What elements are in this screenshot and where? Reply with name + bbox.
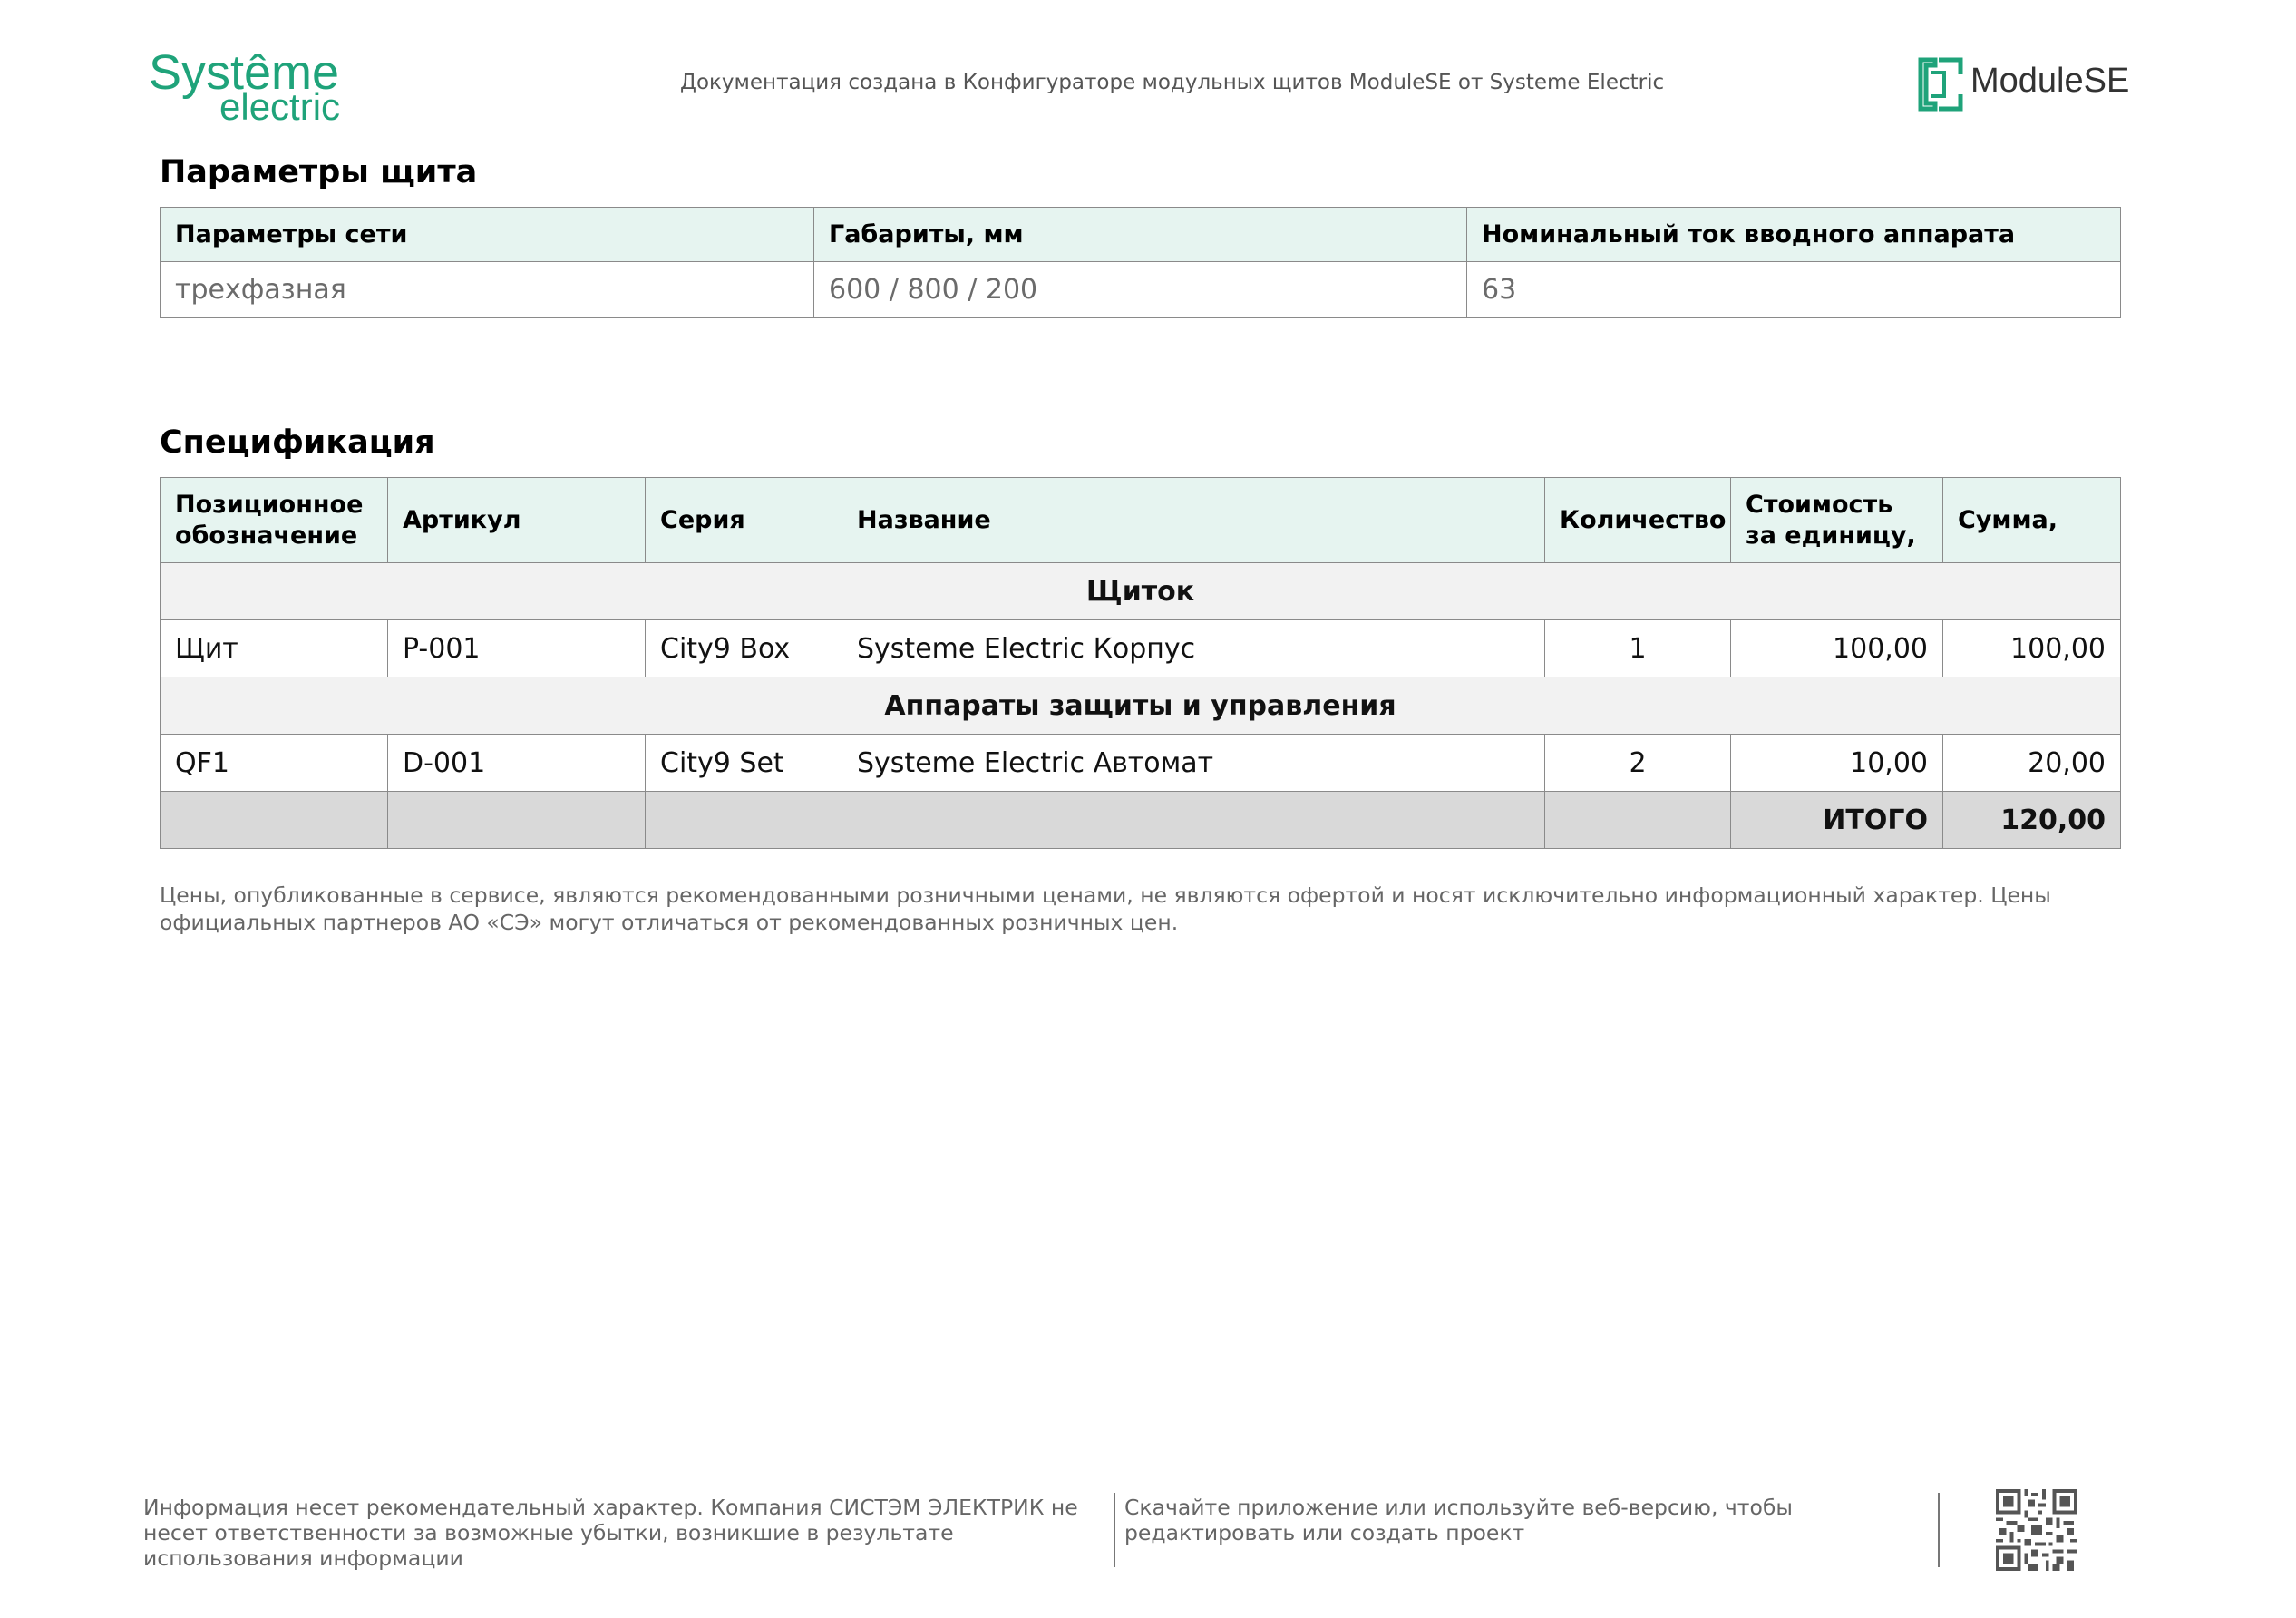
spec-group-row: Щиток (160, 562, 2121, 620)
footer-divider (1114, 1493, 1115, 1567)
price-disclaimer: Цены, опубликованные в сервисе, являются… (160, 882, 2051, 935)
cell-qty: 2 (1544, 734, 1731, 792)
params-title: Параметры щита (160, 154, 478, 190)
spec-header-unit-price: Стоимость за единицу, (1730, 477, 1943, 563)
spec-group-label: Аппараты защиты и управления (160, 677, 2121, 735)
cell-series: City9 Box (645, 619, 842, 677)
params-header-current: Номинальный ток вводного аппарата (1466, 207, 2121, 262)
params-header-network: Параметры сети (160, 207, 814, 262)
spec-header-row: Позиционное обозначение Артикул Серия На… (160, 477, 2121, 563)
header-note: Документация создана в Конфигураторе мод… (680, 71, 1665, 94)
table-row: QF1 D-001 City9 Set Systeme Electric Авт… (160, 734, 2121, 792)
cell-sum: 100,00 (1942, 619, 2121, 677)
cell-position: QF1 (160, 734, 388, 792)
footer-divider (1938, 1493, 1940, 1567)
params-value-current: 63 (1466, 261, 2121, 318)
params-value-network: трехфазная (160, 261, 814, 318)
cell-unit-price: 10,00 (1730, 734, 1943, 792)
params-value-dimensions: 600 / 800 / 200 (813, 261, 1467, 318)
spec-header-name: Название (842, 477, 1545, 563)
params-header-dimensions: Габариты, мм (813, 207, 1467, 262)
footer-app-note: Скачайте приложение или используйте веб-… (1124, 1495, 1793, 1545)
cell-sum: 20,00 (1942, 734, 2121, 792)
spec-header-position: Позиционное обозначение (160, 477, 388, 563)
spec-table: Позиционное обозначение Артикул Серия На… (160, 477, 2121, 849)
cell-series: City9 Set (645, 734, 842, 792)
total-value: 120,00 (1942, 791, 2121, 849)
spec-header-article: Артикул (387, 477, 646, 563)
footer-liability-note: Информация несет рекомендательный характ… (143, 1495, 1078, 1571)
cell-qty: 1 (1544, 619, 1731, 677)
modulese-logo-icon (1918, 57, 1963, 112)
spec-header-sum: Сумма, (1942, 477, 2121, 563)
qr-code-icon[interactable] (1995, 1489, 2078, 1571)
modulese-logo: ModuleSE (1913, 53, 2129, 116)
cell-article: P-001 (387, 619, 646, 677)
spec-group-label: Щиток (160, 562, 2121, 620)
logo-line2: electric (219, 85, 341, 128)
cell-name: Systeme Electric Автомат (842, 734, 1545, 792)
cell-position: Щит (160, 619, 388, 677)
systeme-electric-logo: Systême electric (149, 47, 366, 128)
params-table: Параметры сети Габариты, мм Номинальный … (160, 207, 2121, 318)
spec-header-series: Серия (645, 477, 842, 563)
params-header-row: Параметры сети Габариты, мм Номинальный … (160, 207, 2121, 262)
cell-unit-price: 100,00 (1730, 619, 1943, 677)
spec-header-qty: Количество (1544, 477, 1731, 563)
table-row: Щит P-001 City9 Box Systeme Electric Кор… (160, 619, 2121, 677)
spec-total-row: ИТОГО 120,00 (160, 791, 2121, 849)
cell-name: Systeme Electric Корпус (842, 619, 1545, 677)
cell-article: D-001 (387, 734, 646, 792)
params-value-row: трехфазная 600 / 800 / 200 63 (160, 261, 2121, 318)
modulese-logo-text: ModuleSE (1970, 62, 2130, 100)
total-label: ИТОГО (1730, 791, 1943, 849)
spec-group-row: Аппараты защиты и управления (160, 677, 2121, 735)
spec-title: Спецификация (160, 424, 435, 461)
